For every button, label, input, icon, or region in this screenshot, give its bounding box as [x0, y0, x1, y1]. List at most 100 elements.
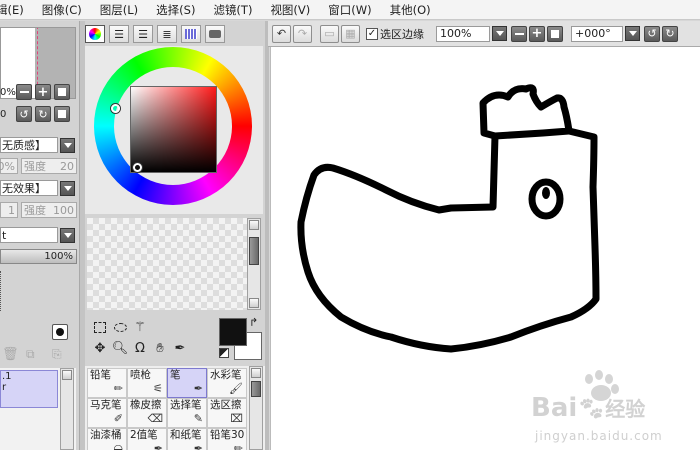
menu-select[interactable]: 选择(S) — [156, 2, 195, 18]
zoom-in-button[interactable]: + — [35, 84, 51, 100]
brush-bucket[interactable]: 油漆桶 ◒ — [87, 428, 127, 450]
reset-colors-icon[interactable] — [219, 348, 229, 358]
swatch-scratch-area[interactable] — [87, 218, 247, 310]
effect-dropdown-arrow[interactable] — [60, 180, 75, 196]
magic-wand-icon[interactable]: ⚚ — [131, 318, 149, 336]
tab-swatch-list[interactable]: ≣ — [157, 25, 177, 43]
merge-layer-icon[interactable]: ⧉ — [26, 347, 35, 362]
lasso-icon[interactable] — [111, 318, 129, 336]
brush-washi-pen[interactable]: 和纸笔 ✒ — [167, 428, 207, 450]
tab-hsv-slider[interactable]: ☰ — [133, 25, 153, 43]
layer-item-active[interactable]: .1 r — [0, 370, 58, 408]
brush-label: 铅笔30 — [210, 429, 245, 441]
rotate-cw-button[interactable]: ↻ — [35, 106, 51, 122]
navigator-rotate-value: 0 — [0, 108, 7, 120]
swap-colors-icon[interactable]: ↱ — [249, 316, 258, 329]
tab-color-wheel[interactable] — [85, 25, 105, 43]
zoom-reset-button[interactable] — [54, 84, 70, 100]
scroll-up-arrow[interactable] — [249, 220, 259, 230]
toolbar-rotate-ccw-button[interactable]: ↺ — [644, 25, 660, 42]
brush-marker[interactable]: 马克笔 ✐ — [87, 398, 127, 428]
eyedropper-icon[interactable]: ✒ — [171, 339, 189, 357]
zoom-out-button[interactable] — [16, 84, 32, 100]
pencil30-icon: ✏ — [233, 442, 243, 450]
texture-select[interactable]: 无质感】 — [0, 137, 58, 153]
invert-selection-button[interactable]: ▦ — [341, 24, 360, 43]
watermark-suffix-text: 经验 — [605, 397, 646, 421]
tab-rgb-slider[interactable]: ☰ — [109, 25, 129, 43]
menu-filter[interactable]: 滤镜(T) — [213, 2, 252, 18]
toolbar-rotate-cw-button[interactable]: ↻ — [662, 25, 678, 42]
saturation-value-square[interactable] — [130, 86, 217, 173]
menu-window[interactable]: 窗口(W) — [328, 2, 371, 18]
brush-pencil30[interactable]: 铅笔30 ✏ — [207, 428, 247, 450]
rotation-select[interactable]: +000° — [571, 25, 623, 42]
airbrush-icon: ⚟ — [153, 382, 163, 395]
undo-button[interactable]: ↶ — [272, 24, 291, 43]
tab-scratchpad[interactable] — [205, 25, 225, 43]
swatch-scrollbar[interactable] — [247, 218, 261, 310]
menu-image[interactable]: 图像(C) — [42, 2, 82, 18]
blend-mode-dropdown-arrow[interactable] — [60, 227, 75, 243]
delete-layer-icon[interactable]: 🗑 — [2, 347, 19, 362]
layer-clipping-button[interactable] — [52, 324, 68, 340]
hand-icon[interactable]: ✋︎ — [151, 339, 169, 357]
brush-select-pen[interactable]: 选择笔 ✎ — [167, 398, 207, 428]
brush-watercolor[interactable]: 水彩笔 🖌︎ — [207, 368, 247, 398]
rect-select-icon[interactable] — [91, 318, 109, 336]
menu-view[interactable]: 视图(V) — [270, 2, 310, 18]
toolbar-zoom-in-button[interactable]: + — [529, 25, 545, 42]
effect-strength-field[interactable]: 强度 100 — [21, 202, 77, 218]
rotate-reset-button[interactable] — [54, 106, 70, 122]
brush-select-eraser[interactable]: 选区擦 ⌧ — [207, 398, 247, 428]
swatch-scroll-thumb[interactable] — [249, 237, 259, 265]
washi-pen-icon: ✒ — [193, 442, 203, 450]
zoom-dropdown-arrow[interactable] — [492, 26, 507, 41]
zoom-icon[interactable]: 🔍︎ — [111, 339, 129, 357]
texture-scale-field[interactable]: 00% — [0, 158, 18, 174]
drawing-canvas[interactable]: Bai🐾︎经验 jingyan.baidu.com — [270, 47, 700, 450]
tab-color-grid[interactable] — [181, 25, 201, 43]
move-icon[interactable]: ✥ — [91, 339, 109, 357]
foreground-color-swatch[interactable] — [219, 318, 247, 346]
rotate-view-icon[interactable]: Ω — [131, 339, 149, 357]
scroll-up-arrow[interactable] — [62, 370, 72, 380]
scroll-up-arrow[interactable] — [251, 368, 261, 378]
menu-other[interactable]: 其他(O) — [390, 2, 431, 18]
scroll-down-arrow[interactable] — [249, 298, 259, 308]
deselect-button[interactable]: ▭ — [320, 24, 339, 43]
layer-list-scrollbar[interactable] — [60, 368, 74, 450]
effect-width-field[interactable]: 1 — [0, 202, 18, 218]
brush-pencil[interactable]: 铅笔 ✏ — [87, 368, 127, 398]
rotate-ccw-button[interactable]: ↺ — [16, 106, 32, 122]
canvas-divider[interactable] — [265, 21, 269, 450]
copy-layer-icon[interactable]: ⎘ — [52, 347, 62, 362]
brush-airbrush[interactable]: 喷枪 ⚟ — [127, 368, 167, 398]
texture-strength-field[interactable]: 强度 20 — [21, 158, 77, 174]
effect-select[interactable]: 无效果】 — [0, 180, 58, 196]
brush-binary-pen[interactable]: 2值笔 ✒ — [127, 428, 167, 450]
menu-layer[interactable]: 图层(L) — [100, 2, 138, 18]
redo-button[interactable]: ↷ — [293, 24, 312, 43]
opacity-slider[interactable]: 100% — [0, 249, 77, 264]
brush-eraser[interactable]: 橡皮擦 ⌫ — [127, 398, 167, 428]
hue-marker[interactable] — [111, 104, 120, 113]
invert-selection-icon: ▦ — [345, 27, 356, 40]
brush-label: 橡皮擦 — [130, 399, 162, 411]
toolbar-zoom-out-button[interactable] — [511, 25, 527, 42]
toolbar-zoom-reset-button[interactable] — [547, 25, 563, 42]
blend-mode-select[interactable]: t — [0, 227, 58, 243]
watermark-brand: Bai🐾︎经验 — [531, 393, 645, 423]
zoom-select[interactable]: 100% — [436, 25, 490, 42]
watermark-brand-text: Bai — [531, 393, 578, 423]
texture-dropdown-arrow[interactable] — [60, 137, 75, 153]
effect-strength-value: 100 — [53, 203, 74, 217]
menu-edit[interactable]: 辑(E) — [0, 2, 24, 18]
brush-pen[interactable]: 笔 ✒ — [167, 368, 207, 398]
selection-edge-checkbox[interactable]: ✓ — [366, 27, 378, 40]
sv-marker[interactable] — [133, 163, 142, 172]
rotation-dropdown-arrow[interactable] — [625, 26, 640, 41]
brush-scroll-thumb[interactable] — [251, 381, 261, 397]
brush-scrollbar[interactable] — [249, 366, 263, 450]
selection-edge-toggle[interactable]: ✓ 选区边缘 — [366, 26, 424, 42]
